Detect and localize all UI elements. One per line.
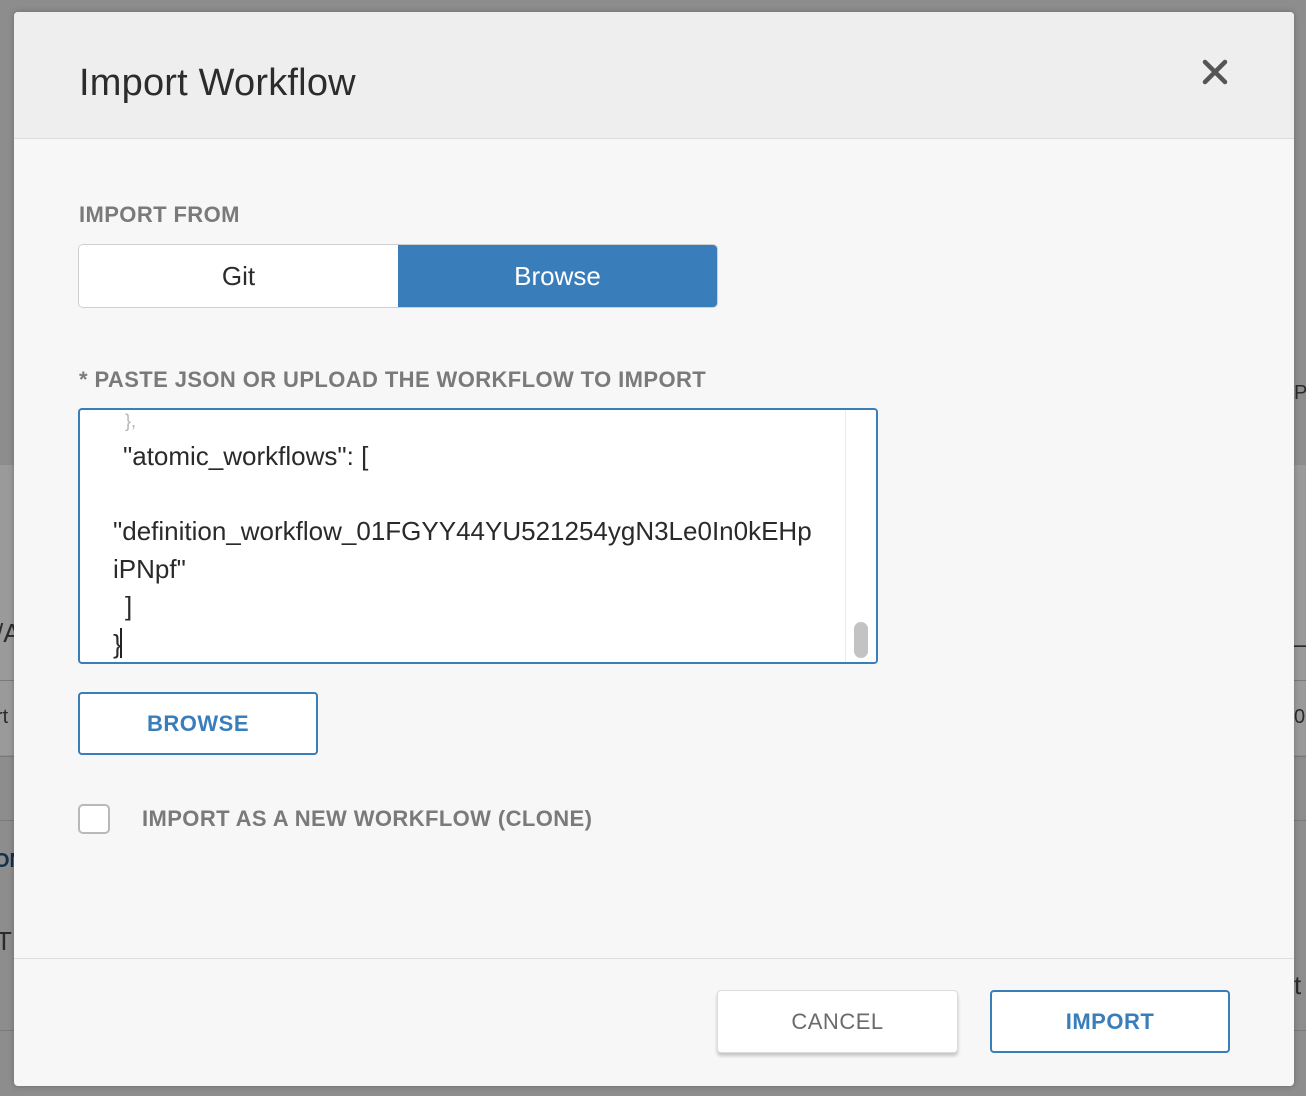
scrollbar[interactable]	[845, 410, 876, 662]
footer-divider	[14, 958, 1294, 959]
background-text: 0	[1294, 706, 1306, 728]
clone-checkbox[interactable]	[78, 804, 110, 834]
import-source-toggle: Git Browse	[78, 244, 718, 308]
background-text: P	[1294, 382, 1306, 404]
json-line: ]	[125, 591, 133, 621]
tab-git[interactable]: Git	[79, 245, 398, 307]
cancel-button[interactable]: CANCEL	[717, 990, 958, 1053]
json-textarea[interactable]: }, "atomic_workflows": [ "definition_workf…	[78, 408, 878, 664]
tab-browse[interactable]: Browse	[398, 245, 717, 307]
background-text: t	[1294, 970, 1302, 1000]
clone-checkbox-label[interactable]: IMPORT AS A NEW WORKFLOW (CLONE)	[142, 806, 592, 832]
json-line: }	[113, 628, 122, 659]
import-workflow-dialog: Import Workflow IMPORT FROM Git Browse *…	[14, 12, 1294, 1086]
json-field-label: * PASTE JSON OR UPLOAD THE WORKFLOW TO I…	[79, 367, 707, 392]
close-icon	[1202, 59, 1228, 85]
import-from-label: IMPORT FROM	[79, 202, 240, 227]
background-text: rt	[0, 706, 9, 728]
text-caret	[120, 628, 122, 658]
json-blank-line	[113, 476, 813, 514]
browse-button[interactable]: BROWSE	[78, 692, 318, 755]
dialog-header: Import Workflow	[14, 12, 1294, 139]
json-line: },	[125, 411, 137, 431]
background-text: _k	[1294, 618, 1306, 649]
close-button[interactable]	[1199, 56, 1231, 88]
json-line: "atomic_workflows": [	[123, 441, 369, 471]
import-button[interactable]: IMPORT	[990, 990, 1230, 1053]
json-line: "definition_workflow_01FGYY44YU521254ygN…	[113, 516, 812, 584]
dialog-title: Import Workflow	[79, 62, 356, 104]
json-content: }, "atomic_workflows": [ "definition_workf…	[113, 410, 813, 662]
scrollbar-thumb[interactable]	[854, 622, 868, 658]
